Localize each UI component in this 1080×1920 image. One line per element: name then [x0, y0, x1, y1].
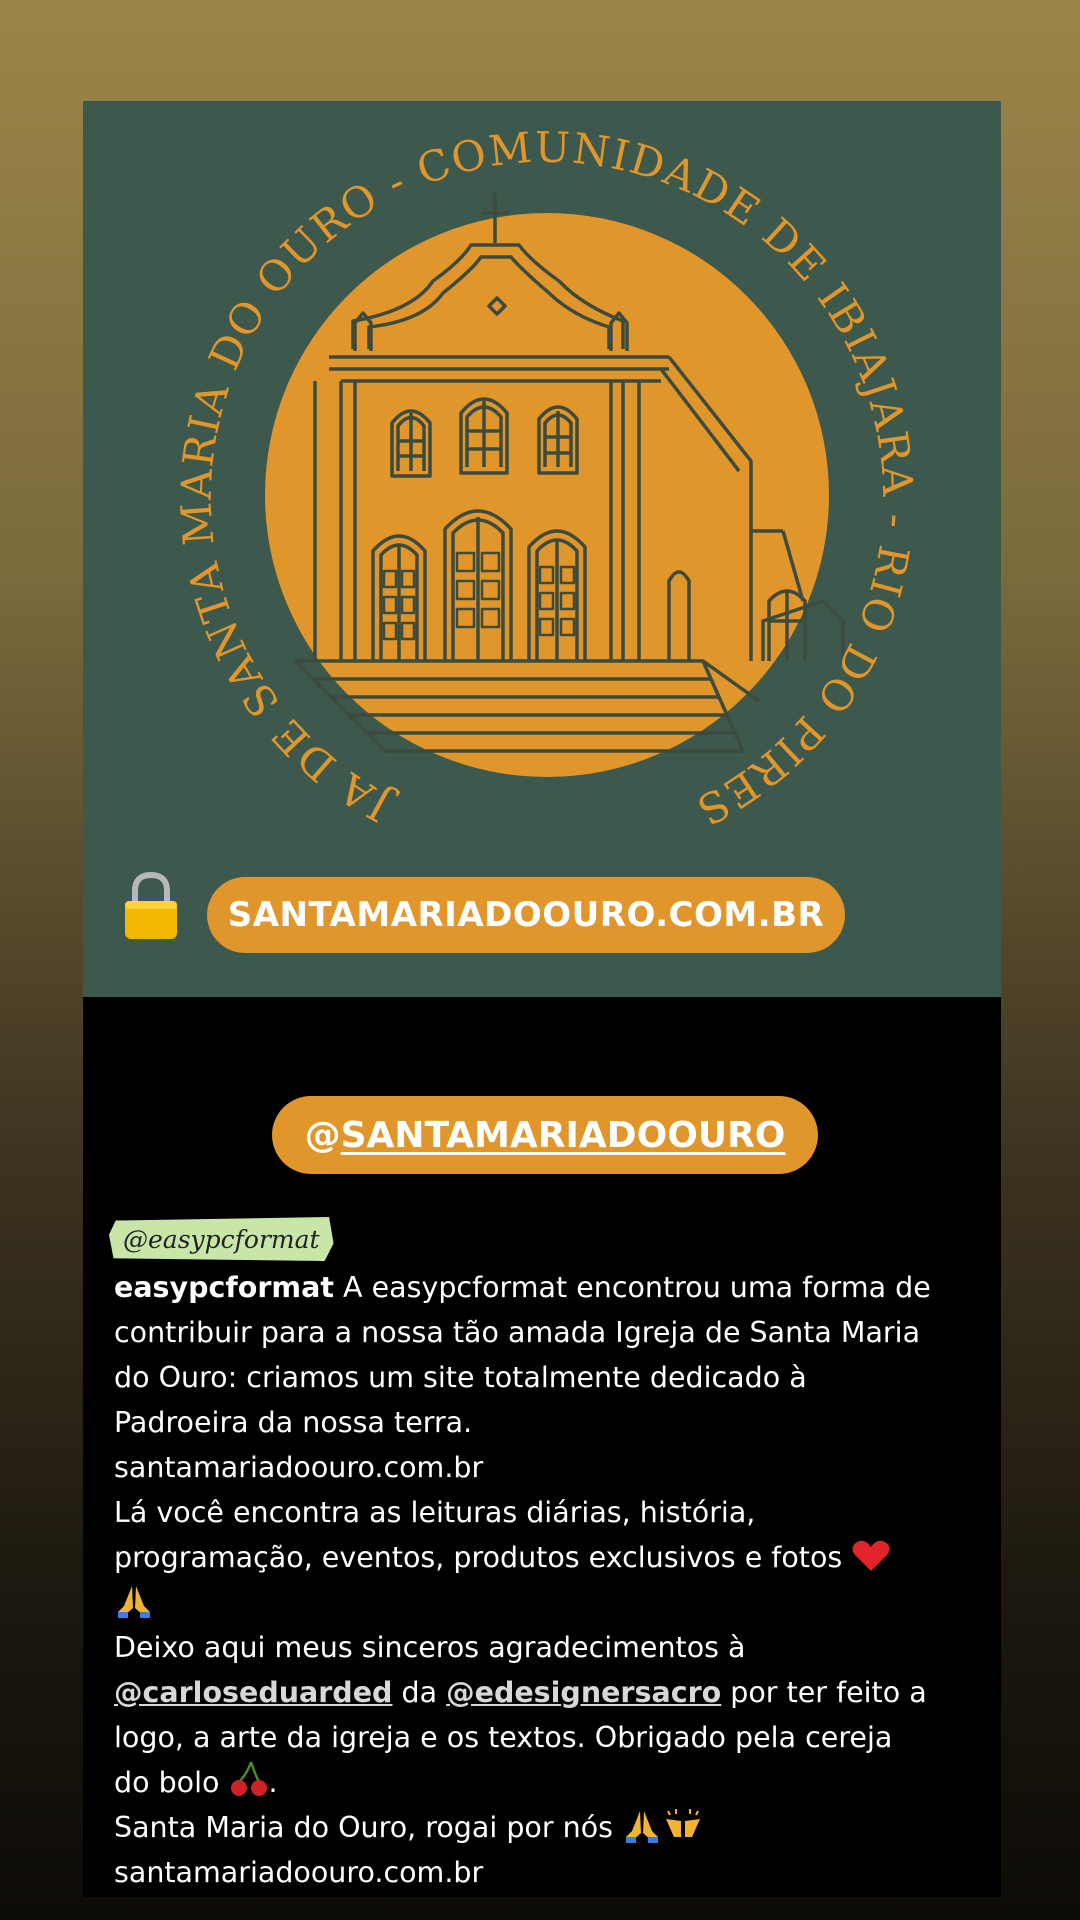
mention-edesignersacro[interactable]: @edesignersacro	[446, 1676, 721, 1709]
caption-line-4: Padroeira da nossa terra.	[114, 1406, 473, 1439]
caption-line-2: contribuir para a nossa tão amada Igreja…	[114, 1316, 921, 1349]
story-frame: IGREJA DE SANTA MARIA DO OURO - COMUNIDA…	[83, 101, 1001, 1897]
lock-icon	[125, 871, 177, 939]
instagram-handle-sticker[interactable]: @ SANTAMARIADOOURO	[272, 1096, 818, 1174]
mention-sticker-text: @easypcformat	[123, 1224, 320, 1254]
cherries-icon	[230, 1761, 267, 1796]
caption-line-12: do bolo .	[114, 1760, 984, 1805]
post-panel: @ SANTAMARIADOOURO @easypcformat easypcfo…	[83, 997, 1001, 1897]
caption-line-6: Lá você encontra as leituras diárias, hi…	[114, 1496, 756, 1529]
raising-hands-icon	[666, 1809, 701, 1837]
caption-line-13: Santa Maria do Ouro, rogai por nós	[114, 1805, 984, 1850]
caption-line-7: programação, eventos, produtos exclusivo…	[114, 1535, 984, 1580]
caption-line-10: @carloseduarded da @edesignersacro por t…	[114, 1676, 927, 1709]
website-url-badge[interactable]: SANTAMARIADOOURO.COM.BR	[207, 877, 845, 953]
church-logo: IGREJA DE SANTA MARIA DO OURO - COMUNIDA…	[83, 101, 921, 835]
praying-hands-icon	[626, 1811, 659, 1843]
caption-line-3: do Ouro: criamos um site totalmente dedi…	[114, 1361, 807, 1394]
caption-line-1: easypcformat A easypcformat encontrou um…	[114, 1271, 931, 1304]
post-caption: easypcformat A easypcformat encontrou um…	[114, 1265, 984, 1895]
mention-sticker[interactable]: @easypcformat	[109, 1217, 334, 1261]
caption-link-2[interactable]: santamariadoouro.com.br	[114, 1850, 984, 1895]
website-url-text: SANTAMARIADOOURO.COM.BR	[227, 895, 825, 935]
caption-line-8	[114, 1580, 984, 1625]
handle-name: SANTAMARIADOOURO	[340, 1114, 786, 1156]
caption-username[interactable]: easypcformat	[114, 1271, 334, 1304]
red-heart-icon	[852, 1540, 890, 1571]
caption-line-11: logo, a arte da igreja e os textos. Obri…	[114, 1721, 893, 1754]
praying-hands-icon	[118, 1586, 150, 1618]
logo-panel: IGREJA DE SANTA MARIA DO OURO - COMUNIDA…	[83, 101, 1001, 997]
mention-carloseduarded[interactable]: @carloseduarded	[114, 1676, 392, 1709]
handle-at: @	[304, 1114, 341, 1156]
caption-link-1[interactable]: santamariadoouro.com.br	[114, 1445, 984, 1490]
caption-line-9: Deixo aqui meus sinceros agradecimentos …	[114, 1631, 746, 1664]
